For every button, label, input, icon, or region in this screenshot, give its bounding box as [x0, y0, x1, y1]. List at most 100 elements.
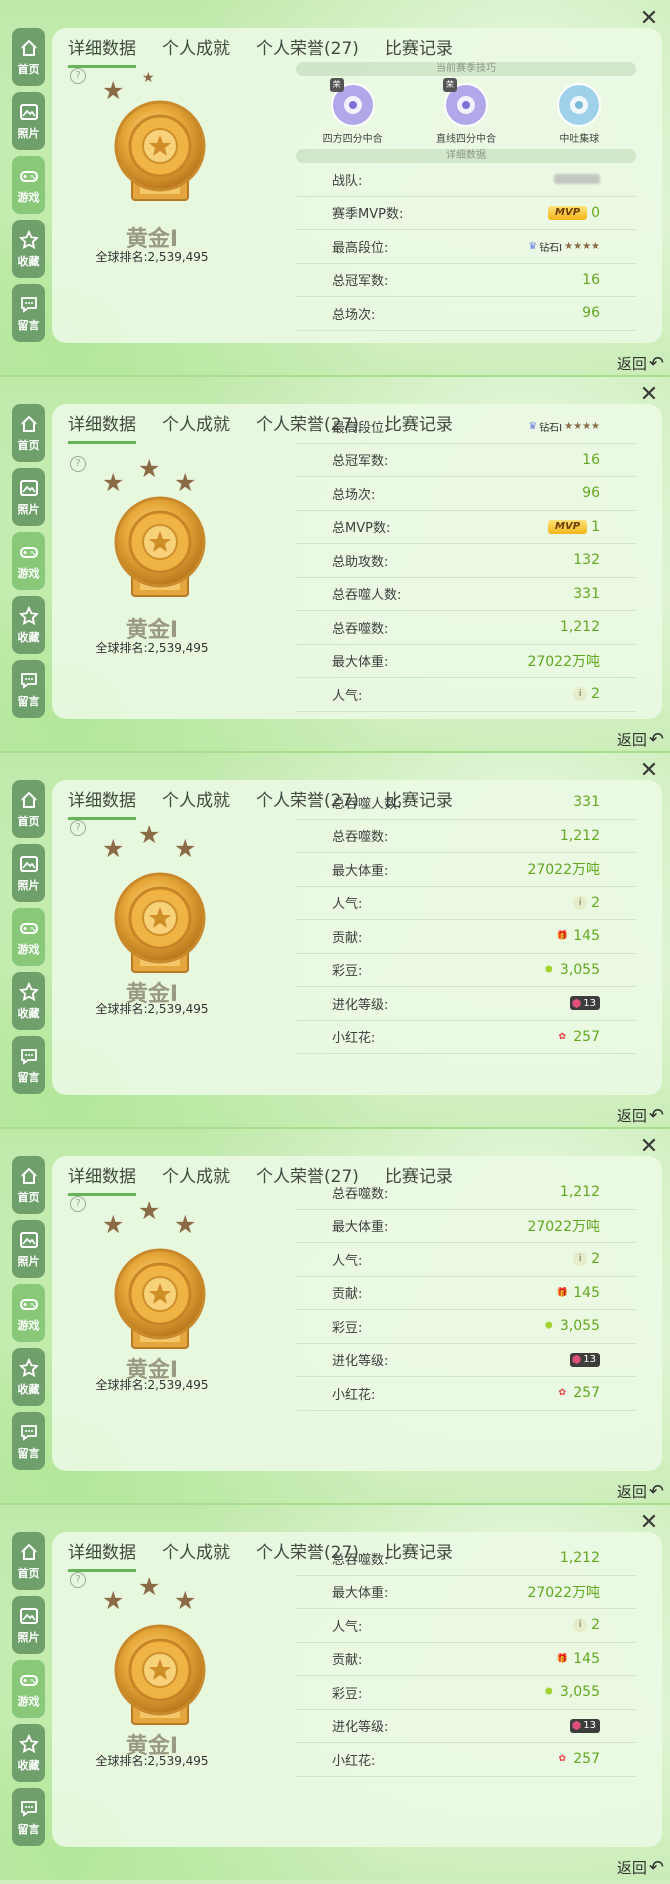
skill-item[interactable]: 中吐集球: [524, 82, 634, 145]
profile-card: 详细数据 个人成就 个人荣誉(27) 比赛记录 ? ★ ★ ★: [52, 1532, 662, 1847]
tab-achievements[interactable]: 个人成就: [162, 1538, 230, 1572]
help-icon[interactable]: ?: [70, 1196, 86, 1212]
sidebar-item-home[interactable]: 首页: [12, 28, 45, 86]
stat-value: 331: [573, 586, 600, 602]
back-button[interactable]: 返回 ↶: [617, 1481, 664, 1502]
stats-area: 总吞噬数: 1,212 最大体重: 27022万吨 人气: i 2 贡献: 🎁 145 彩豆: ⬢ 3,…: [296, 1542, 636, 1777]
stat-number: 27022万吨: [527, 1218, 600, 1235]
sidebar-item-photos[interactable]: 照片: [12, 468, 45, 526]
rank-stars: ★ ★ ★: [102, 454, 222, 497]
back-button[interactable]: 返回 ↶: [617, 1857, 664, 1878]
sidebar-item-label: 收藏: [17, 630, 40, 644]
tab-detail-data[interactable]: 详细数据: [68, 34, 136, 68]
help-icon[interactable]: ?: [70, 1572, 86, 1588]
stat-label: 进化等级:: [332, 1354, 389, 1370]
sidebar-item-favorites[interactable]: 收藏: [12, 972, 45, 1030]
sidebar-item-messages[interactable]: 留言: [12, 284, 45, 342]
tab-detail-data[interactable]: 详细数据: [68, 1162, 136, 1196]
back-button[interactable]: 返回 ↶: [617, 353, 664, 374]
close-button[interactable]: ✕: [638, 1136, 660, 1158]
message-icon: [20, 1800, 37, 1817]
sidebar-item-games[interactable]: 游戏: [12, 532, 45, 590]
stat-number: 2: [591, 1617, 600, 1634]
gamepad-icon: [19, 170, 38, 182]
sidebar-item-messages[interactable]: 留言: [12, 1788, 45, 1846]
popularity-icon: i: [573, 687, 588, 702]
sidebar-item-photos[interactable]: 照片: [12, 844, 45, 902]
skill-item[interactable]: 荣直线四分中合: [411, 78, 521, 145]
stat-label: 总吞噬人数:: [332, 796, 402, 812]
sidebar-item-games[interactable]: 游戏: [12, 908, 45, 966]
sidebar-item-favorites[interactable]: 收藏: [12, 596, 45, 654]
rank-star-icon: ★: [174, 834, 197, 863]
stat-value: 96: [582, 485, 600, 501]
tab-detail-data[interactable]: 详细数据: [68, 786, 136, 820]
tab-achievements[interactable]: 个人成就: [162, 786, 230, 820]
rank-star-icon: ★: [138, 1572, 161, 1601]
close-button[interactable]: ✕: [638, 8, 660, 30]
message-icon: [20, 1424, 37, 1441]
tab-detail-data[interactable]: 详细数据: [68, 410, 136, 444]
gamepad-icon: [19, 922, 38, 934]
sidebar-item-favorites[interactable]: 收藏: [12, 220, 45, 278]
tab-achievements[interactable]: 个人成就: [162, 1162, 230, 1196]
stat-number: 145: [573, 1284, 600, 1301]
sidebar-item-games[interactable]: 游戏: [12, 1284, 45, 1342]
sidebar-item-messages[interactable]: 留言: [12, 660, 45, 718]
close-button[interactable]: ✕: [638, 1512, 660, 1534]
crown-icon: ♛: [528, 240, 538, 252]
stat-number: 257: [573, 1385, 600, 1402]
global-rank: 全球排名:2,539,495: [95, 1378, 209, 1392]
stat-label: 小红花:: [332, 1031, 376, 1047]
stat-label: 最高段位:: [332, 240, 389, 256]
panel-separator: [0, 751, 670, 753]
red-flower-icon: ✿: [558, 1754, 567, 1765]
sidebar-item-home[interactable]: 首页: [12, 780, 45, 838]
sidebar-item-home[interactable]: 首页: [12, 1156, 45, 1214]
skill-item[interactable]: 荣四方四分中合: [298, 78, 408, 145]
popularity-icon: i: [573, 1252, 588, 1267]
stat-label: 彩豆:: [332, 1686, 363, 1702]
stat-row-top-rank: 最高段位: ♛ 钻石Ⅰ ★★★★: [296, 410, 636, 444]
stat-value: 27022万吨: [527, 859, 600, 879]
stat-value: 27022万吨: [527, 1216, 600, 1236]
sidebar-item-games[interactable]: 游戏: [12, 1660, 45, 1718]
back-label: 返回: [616, 1859, 647, 1877]
sidebar-item-photos[interactable]: 照片: [12, 1220, 45, 1278]
rank-star-icon: ★: [174, 1586, 197, 1615]
close-button[interactable]: ✕: [638, 760, 660, 782]
stat-number: 1,212: [559, 619, 600, 636]
help-icon[interactable]: ?: [70, 68, 86, 84]
sidebar-item-games[interactable]: 游戏: [12, 156, 45, 214]
sidebar-item-label: 留言: [17, 1446, 40, 1460]
help-icon[interactable]: ?: [70, 456, 86, 472]
stat-label: 赛季MVP数:: [332, 207, 404, 223]
sidebar-item-home[interactable]: 首页: [12, 1532, 45, 1590]
sidebar-item-favorites[interactable]: 收藏: [12, 1724, 45, 1782]
stat-label: 总MVP数:: [332, 521, 391, 537]
tab-detail-data[interactable]: 详细数据: [68, 1538, 136, 1572]
sidebar-item-messages[interactable]: 留言: [12, 1036, 45, 1094]
back-label: 返回: [616, 1107, 647, 1125]
stat-label: 总场次:: [332, 307, 376, 323]
sidebar-item-photos[interactable]: 照片: [12, 92, 45, 150]
sidebar-item-home[interactable]: 首页: [12, 404, 45, 462]
stat-row-champions: 总冠军数: 16: [296, 264, 636, 297]
rank-star-icon: ★: [102, 468, 125, 497]
sidebar-item-label: 首页: [17, 438, 40, 452]
sidebar-item-label: 首页: [17, 1566, 40, 1580]
tab-achievements[interactable]: 个人成就: [162, 410, 230, 444]
help-icon[interactable]: ?: [70, 820, 86, 836]
global-rank: 全球排名:2,539,495: [95, 1754, 209, 1768]
sidebar-item-messages[interactable]: 留言: [12, 1412, 45, 1470]
close-button[interactable]: ✕: [638, 384, 660, 406]
sidebar-item-photos[interactable]: 照片: [12, 1596, 45, 1654]
sidebar-item-favorites[interactable]: 收藏: [12, 1348, 45, 1406]
stat-number: 96: [582, 485, 600, 502]
back-button[interactable]: 返回 ↶: [617, 1105, 664, 1126]
tab-achievements[interactable]: 个人成就: [162, 34, 230, 68]
stat-number: 1,212: [559, 1184, 600, 1201]
stat-label: 战队:: [332, 173, 363, 189]
rank-star-icon: ★: [138, 820, 161, 849]
back-button[interactable]: 返回 ↶: [617, 729, 664, 750]
